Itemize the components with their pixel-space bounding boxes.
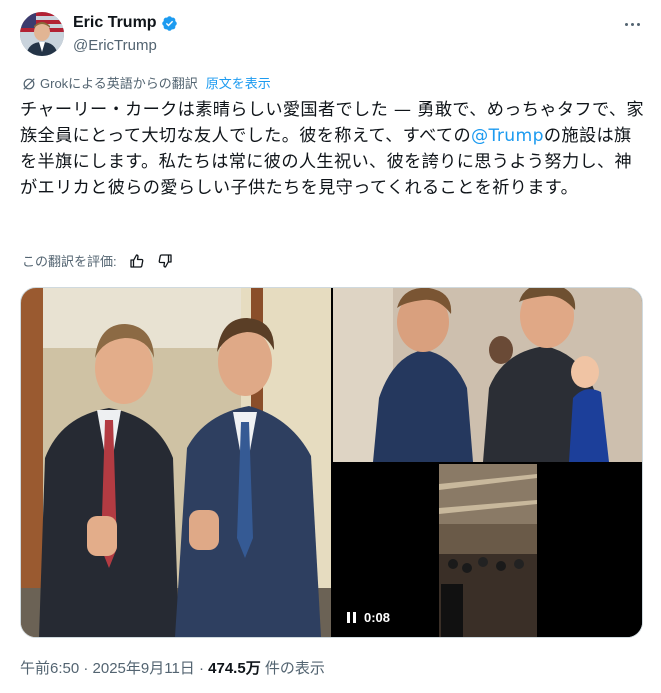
- video-time: 0:08: [364, 610, 391, 625]
- mention-link[interactable]: @Trump: [471, 126, 544, 146]
- tweet-meta: 午前6:50 · 2025年9月11日 · 474.5万 件の表示: [20, 659, 325, 679]
- thumbs-down-icon[interactable]: [157, 253, 173, 269]
- display-name-text: Eric Trump: [73, 14, 157, 31]
- avatar[interactable]: [20, 12, 64, 56]
- grok-icon: [22, 77, 36, 91]
- video-controls: 0:08: [347, 610, 390, 625]
- translation-label: Grokによる英語からの翻訳: [40, 76, 198, 91]
- verified-badge-icon: [161, 15, 178, 32]
- photo-two-men-profile[interactable]: [333, 288, 642, 462]
- views-label: 件の表示: [260, 660, 325, 677]
- tweet-text: チャーリー・カークは素晴らしい愛国者でした — 勇敢で、めっちゃタフで、家族全員…: [20, 97, 644, 201]
- more-options-icon[interactable]: [621, 14, 643, 34]
- show-original-link[interactable]: 原文を表示: [206, 76, 271, 92]
- video-player[interactable]: 0:08: [333, 464, 642, 637]
- photo-two-men-thumbs-up[interactable]: [21, 288, 331, 637]
- tweet-header: Eric Trump @EricTrump: [20, 10, 643, 56]
- translation-notice: Grokによる英語からの翻訳 原文を表示: [22, 76, 271, 92]
- media-grid: 0:08: [20, 287, 643, 638]
- meta-separator: ·: [194, 660, 209, 677]
- translation-rating: この翻訳を評価:: [22, 251, 173, 270]
- author-names: Eric Trump @EricTrump: [73, 13, 178, 56]
- author-display-name[interactable]: Eric Trump: [73, 13, 178, 33]
- author-handle[interactable]: @EricTrump: [73, 36, 178, 56]
- pause-icon[interactable]: [347, 612, 356, 623]
- views-count: 474.5万: [208, 660, 261, 677]
- timestamp-link[interactable]: 午前6:50 · 2025年9月11日: [20, 660, 195, 677]
- rating-label: この翻訳を評価:: [22, 254, 117, 269]
- thumbs-up-icon[interactable]: [129, 253, 145, 269]
